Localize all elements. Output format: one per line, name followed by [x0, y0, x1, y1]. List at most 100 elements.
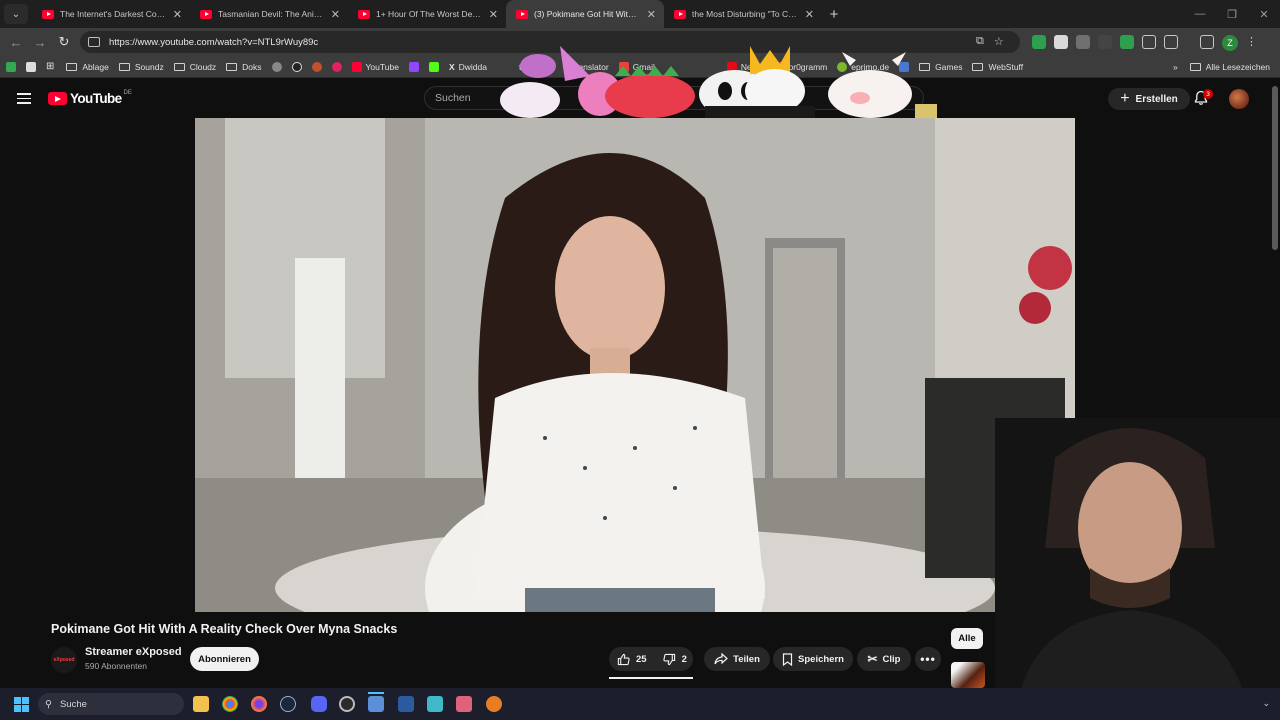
bookmark-icon[interactable] — [311, 61, 326, 72]
channel-avatar[interactable]: eXposed — [51, 647, 77, 673]
close-tab-icon[interactable]: ✕ — [805, 8, 814, 21]
youtube-favicon-icon — [200, 9, 212, 19]
maximize-icon[interactable]: ❐ — [1216, 0, 1248, 28]
bookmark-youtube[interactable]: YouTube — [351, 61, 399, 72]
reload-icon[interactable]: ↻ — [52, 30, 76, 54]
youtube-favicon-icon — [358, 9, 370, 19]
windows-start-icon[interactable] — [14, 697, 29, 712]
active-app-indicator — [368, 692, 384, 694]
youtube-icon — [351, 61, 362, 72]
extension-icon[interactable] — [1032, 35, 1046, 49]
subscribe-button[interactable]: Abonnieren — [190, 647, 259, 671]
youtube-play-icon — [48, 92, 67, 105]
all-bookmarks-button[interactable]: Alle Lesezeichen — [1189, 62, 1270, 72]
bookmark-dwidda[interactable]: X Dwidda — [449, 62, 487, 72]
close-tab-icon[interactable]: ✕ — [173, 8, 182, 21]
account-avatar[interactable] — [1229, 89, 1249, 109]
subscriber-count: 590 Abonnenten — [85, 661, 147, 671]
x-icon: X — [448, 61, 455, 72]
extension-icon[interactable] — [1120, 35, 1134, 49]
forward-icon[interactable]: → — [28, 30, 52, 54]
image-viewer-icon[interactable] — [456, 696, 472, 712]
bookmark-icon[interactable] — [291, 61, 306, 72]
bookmark-icon[interactable] — [331, 61, 346, 72]
more-actions-button[interactable]: ••• — [915, 647, 941, 671]
close-tab-icon[interactable]: ✕ — [489, 8, 498, 21]
tab-search-button[interactable]: ⌄ — [4, 4, 28, 24]
new-tab-button[interactable]: + — [822, 6, 846, 23]
omnibox-actions: ⧉ ☆ — [976, 35, 1004, 48]
browser-tab[interactable]: the Most Disturbing "To Catch ✕ — [664, 0, 822, 28]
install-app-icon[interactable]: ⧉ — [976, 35, 984, 48]
share-button[interactable]: Teilen — [704, 647, 770, 671]
extension-icon[interactable] — [1076, 35, 1090, 49]
editor-icon[interactable] — [398, 696, 414, 712]
reading-list-icon[interactable] — [1200, 35, 1214, 49]
kick-icon[interactable] — [428, 61, 443, 72]
system-tray-chevron-icon[interactable]: ⌄ — [1262, 698, 1270, 709]
tab-group-icon[interactable] — [26, 61, 40, 72]
taskbar-search[interactable]: ⚲ Suche — [38, 693, 184, 715]
browser-tab-active[interactable]: (3) Pokimane Got Hit With A Re ✕ — [506, 0, 664, 28]
bookmark-icon[interactable] — [271, 61, 286, 72]
apps-icon[interactable] — [6, 61, 20, 72]
close-tab-icon[interactable]: ✕ — [647, 8, 656, 21]
like-dislike-group: 25 2 — [609, 647, 693, 671]
window-controls: — ❐ ✕ — [1184, 0, 1280, 28]
share-arrow-icon — [714, 653, 729, 665]
extension-icon[interactable] — [1098, 35, 1112, 49]
clip-button[interactable]: ✂ Clip — [857, 647, 911, 671]
close-tab-icon[interactable]: ✕ — [331, 8, 340, 21]
page-scrollbar[interactable] — [1272, 86, 1278, 250]
browser-tab[interactable]: Tasmanian Devil: The Animal Th ✕ — [190, 0, 348, 28]
bookmark-folder[interactable]: WebStuff — [972, 62, 1023, 72]
filter-chip-all[interactable]: Alle — [951, 628, 983, 649]
scissors-icon: ✂ — [867, 652, 878, 666]
discord-icon[interactable] — [311, 696, 327, 712]
dislike-button[interactable]: 2 — [655, 647, 695, 671]
bookmark-folder[interactable]: Doks — [226, 62, 262, 72]
video-player[interactable] — [195, 118, 1075, 612]
create-button[interactable]: + Erstellen — [1108, 88, 1190, 110]
bookmark-folder[interactable]: Ablage — [66, 62, 109, 72]
save-button[interactable]: Speichern — [773, 647, 853, 671]
bookmark-folder[interactable]: Cloudz — [173, 62, 216, 72]
site-info-icon[interactable] — [88, 37, 100, 47]
url-text: https://www.youtube.com/watch?v=NTL9rWuy… — [109, 36, 319, 48]
browser-tab[interactable]: 1+ Hour Of The Worst Deaths ✕ — [348, 0, 506, 28]
folder-icon — [226, 62, 238, 71]
youtube-logo[interactable]: YouTube DE — [48, 90, 132, 106]
extensions-puzzle-icon[interactable] — [1164, 35, 1178, 49]
browser-tab[interactable]: The Internet's Darkest Conspira ✕ — [32, 0, 190, 28]
close-window-icon[interactable]: ✕ — [1248, 0, 1280, 28]
blender-icon[interactable] — [486, 696, 502, 712]
more-bookmarks-icon[interactable]: » — [1173, 62, 1178, 72]
streamer-webcam-overlay — [995, 418, 1280, 720]
bookmark-folder[interactable]: Soundz — [118, 62, 164, 72]
grid-icon[interactable]: ⊞ — [46, 61, 54, 72]
notepad-icon[interactable] — [427, 696, 443, 712]
youtube-favicon-icon — [42, 9, 54, 19]
file-explorer-icon[interactable] — [193, 696, 209, 712]
firefox-icon[interactable] — [251, 696, 267, 712]
menu-icon[interactable] — [17, 93, 31, 104]
back-icon[interactable]: ← — [4, 30, 28, 54]
active-app-icon[interactable] — [368, 696, 384, 712]
thumbs-up-icon — [617, 653, 630, 665]
extension-icon[interactable] — [1054, 35, 1068, 49]
steam-icon[interactable] — [280, 696, 296, 712]
twitch-icon[interactable] — [408, 61, 423, 72]
profile-avatar[interactable]: Z — [1222, 35, 1238, 51]
recommended-video-thumbnail[interactable] — [951, 662, 985, 688]
folder-icon — [173, 62, 185, 71]
like-button[interactable]: 25 — [609, 647, 655, 671]
thumbs-down-icon — [662, 653, 675, 665]
channel-name[interactable]: Streamer eXposed — [85, 646, 182, 658]
extension-icon[interactable] — [1142, 35, 1156, 49]
chrome-icon[interactable] — [222, 696, 238, 712]
bookmark-star-icon[interactable]: ☆ — [994, 35, 1004, 48]
obs-icon[interactable] — [339, 696, 355, 712]
minimize-icon[interactable]: — — [1184, 0, 1216, 28]
browser-menu-icon[interactable]: ⋮ — [1246, 35, 1257, 51]
